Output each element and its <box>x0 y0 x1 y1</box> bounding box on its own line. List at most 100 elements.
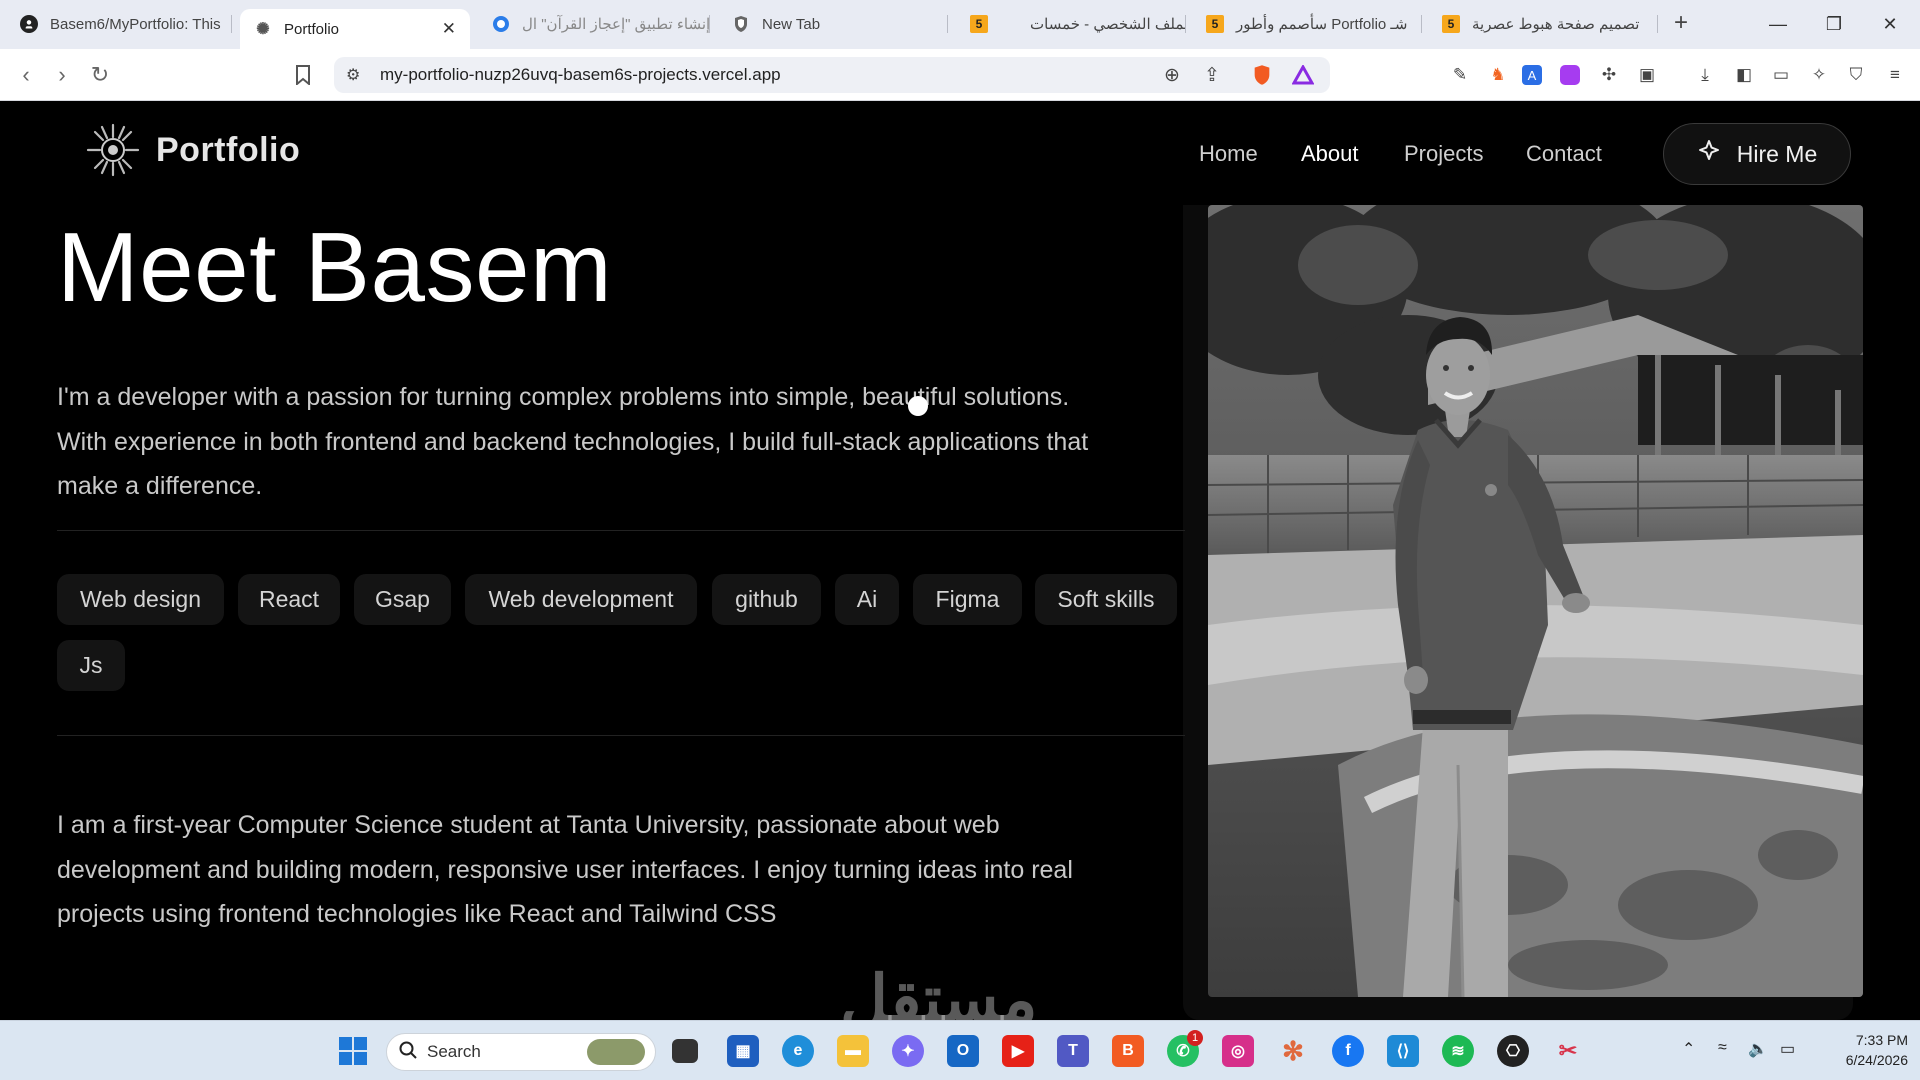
brave-taskbar-icon[interactable]: B <box>1112 1035 1144 1067</box>
tab-khamsat-landing[interactable]: 5 تصميم صفحة هبوط عصرية <box>1428 6 1658 42</box>
store-icon[interactable]: ▦ <box>727 1035 759 1067</box>
teams-icon[interactable]: T <box>1057 1035 1089 1067</box>
skill-chip: Js <box>57 640 125 691</box>
tab-khamsat-portfolio[interactable]: 5 سأصمم وأطور Portfolio شـ <box>1192 6 1422 42</box>
sun-icon: ✺ <box>256 21 270 38</box>
minimize-icon[interactable]: — <box>1750 0 1806 49</box>
snipping-tool-icon[interactable]: ✂ <box>1552 1035 1584 1067</box>
intro-line: make a difference. <box>57 472 263 500</box>
leo-ai-icon[interactable]: ✧ <box>1806 62 1832 88</box>
site-settings-icon[interactable]: ⚙ <box>346 65 360 85</box>
page-title: Meet Basem <box>57 212 613 322</box>
nav-projects[interactable]: Projects <box>1404 141 1483 167</box>
url-field[interactable]: ⚙ my-portfolio-nuzp26uvq-basem6s-project… <box>334 57 1330 93</box>
site-logo[interactable]: Portfolio <box>86 123 300 177</box>
reader-icon[interactable]: ▣ <box>1634 62 1660 88</box>
nav-home[interactable]: Home <box>1199 141 1258 167</box>
claude-icon[interactable]: ✻ <box>1277 1035 1309 1067</box>
vscode-icon[interactable]: ⟨⟩ <box>1387 1035 1419 1067</box>
vpn-icon[interactable]: ⛉ <box>1843 62 1869 88</box>
battery-icon[interactable]: ▭ <box>1780 1039 1795 1059</box>
hire-me-button[interactable]: Hire Me <box>1663 123 1851 185</box>
tab-new-tab[interactable]: New Tab <box>718 6 948 42</box>
wifi-icon[interactable]: ≈ <box>1718 1039 1727 1057</box>
tab-khamsat-profile[interactable]: 5 الملف الشخصي - خمسات <box>956 6 1186 42</box>
new-tab-icon[interactable]: + <box>1668 9 1694 36</box>
mouse-cursor <box>908 396 928 416</box>
facebook-icon[interactable]: f <box>1332 1035 1364 1067</box>
sun-logo-icon <box>86 123 140 177</box>
clock-time: 7:33 PM <box>1855 1032 1908 1048</box>
khamsat-icon: 5 <box>1206 15 1224 33</box>
skill-chip: Ai <box>835 574 899 625</box>
share-icon[interactable]: ⇪ <box>1204 64 1220 87</box>
sidebar-icon[interactable]: ◧ <box>1731 62 1757 88</box>
khamsat-icon: 5 <box>1442 15 1460 33</box>
copilot-icon[interactable]: ✦ <box>892 1035 924 1067</box>
skill-chip: github <box>712 574 821 625</box>
youtube-icon[interactable]: ▶ <box>1002 1035 1034 1067</box>
brave-shields-icon[interactable] <box>1252 64 1272 91</box>
translate-icon[interactable]: A <box>1522 65 1542 85</box>
skill-chip: Figma <box>913 574 1022 625</box>
hire-me-label: Hire Me <box>1736 140 1818 167</box>
tab-portfolio[interactable]: ✺ Portfolio ✕ <box>240 9 470 49</box>
address-bar: ‹ › ↻ ⚙ my-portfolio-nuzp26uvq-basem6s-p… <box>0 49 1920 101</box>
skill-chip: React <box>238 574 340 625</box>
tab-quran[interactable]: إنشاء تطبيق "إعجاز القرآن" ال <box>478 6 710 42</box>
extension-icon[interactable]: ♞ <box>1485 62 1511 88</box>
restore-icon[interactable]: ❐ <box>1806 0 1862 49</box>
nav-contact[interactable]: Contact <box>1526 141 1602 167</box>
windows-start-icon[interactable] <box>338 1036 368 1066</box>
extension-icon[interactable] <box>1560 65 1580 85</box>
brave-rewards-icon[interactable] <box>1291 63 1315 90</box>
intro-line: With experience in both frontend and bac… <box>57 427 1089 456</box>
color-picker-icon[interactable]: ✎ <box>1447 62 1473 88</box>
search-label: Search <box>427 1042 481 1061</box>
taskbar-search[interactable]: Search <box>386 1033 656 1071</box>
wallet-icon[interactable]: ▭ <box>1768 62 1794 88</box>
portfolio-page: Portfolio Home About Projects Contact Hi… <box>0 101 1920 1020</box>
khamsat-icon: 5 <box>970 15 988 33</box>
system-clock[interactable]: 7:33 PM 6/24/2026 <box>1818 1030 1908 1070</box>
tab-title: Basem6/MyPortfolio: This <box>50 15 221 33</box>
skill-chip: Web development <box>465 574 697 625</box>
menu-icon[interactable]: ≡ <box>1882 62 1908 88</box>
reload-icon[interactable]: ↻ <box>86 61 114 89</box>
outlook-icon[interactable]: O <box>947 1035 979 1067</box>
tab-bar: Basem6/MyPortfolio: This ✺ Portfolio ✕ إ… <box>0 0 1920 49</box>
divider <box>57 735 1185 736</box>
zoom-icon[interactable]: ⊕ <box>1164 64 1180 87</box>
bio-line: development and building modern, respons… <box>57 855 1073 884</box>
whatsapp-badge: 1 <box>1187 1030 1203 1046</box>
logo-text: Portfolio <box>156 130 301 169</box>
puzzle-icon[interactable]: ✣ <box>1596 62 1622 88</box>
file-explorer-icon[interactable]: ▬ <box>837 1035 869 1067</box>
instagram-icon[interactable]: ◎ <box>1222 1035 1254 1067</box>
chatgpt-icon[interactable]: ⎔ <box>1497 1035 1529 1067</box>
tab-title: إنشاء تطبيق "إعجاز القرآن" ال <box>522 16 710 33</box>
skill-chip: Soft skills <box>1035 574 1177 625</box>
skill-chip: Web design <box>57 574 224 625</box>
skill-chip: Gsap <box>354 574 451 625</box>
close-tab-icon[interactable]: ✕ <box>432 19 456 39</box>
spotify-icon[interactable]: ≋ <box>1442 1035 1474 1067</box>
back-icon[interactable]: ‹ <box>12 61 40 89</box>
volume-icon[interactable]: 🔈 <box>1748 1039 1768 1059</box>
bookmark-icon[interactable] <box>289 61 317 89</box>
edge-icon[interactable]: e <box>782 1035 814 1067</box>
search-icon <box>399 1041 417 1064</box>
download-icon[interactable]: ⤓ <box>1692 62 1718 88</box>
tab-title: الملف الشخصي - خمسات <box>1030 16 1186 33</box>
url-text: my-portfolio-nuzp26uvq-basem6s-projects.… <box>380 65 781 84</box>
show-hidden-icons[interactable]: ⌃ <box>1682 1039 1695 1059</box>
site-navbar: Portfolio Home About Projects Contact Hi… <box>0 101 1920 205</box>
intro-line: I'm a developer with a passion for turni… <box>57 383 1070 411</box>
intro-paragraph: I'm a developer with a passion for turni… <box>57 375 1167 509</box>
nav-about[interactable]: About <box>1301 141 1359 167</box>
forward-icon[interactable]: › <box>48 61 76 89</box>
close-window-icon[interactable]: ✕ <box>1862 0 1918 49</box>
task-view-icon[interactable] <box>672 1039 698 1063</box>
github-icon <box>20 15 38 33</box>
tab-github[interactable]: Basem6/MyPortfolio: This <box>6 6 232 42</box>
